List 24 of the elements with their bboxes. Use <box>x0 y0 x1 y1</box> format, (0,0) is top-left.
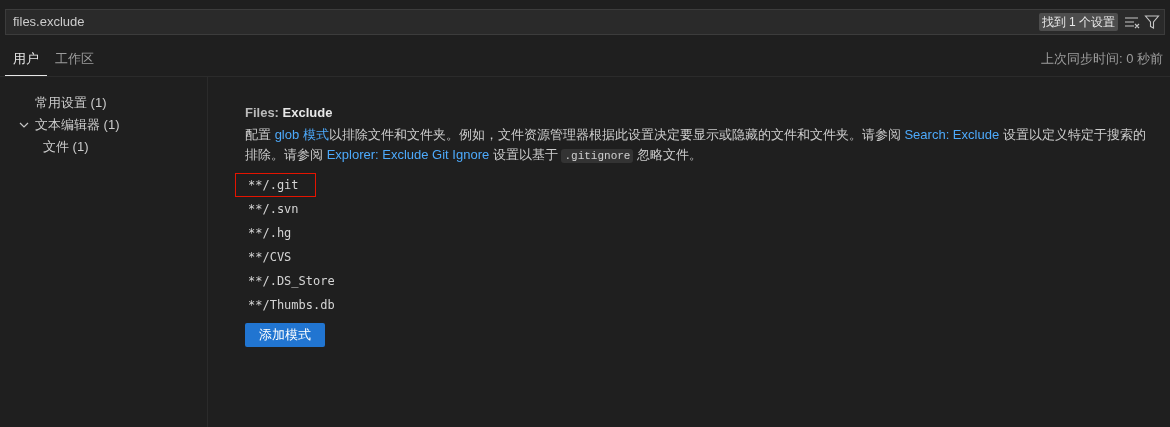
pattern-item[interactable]: **/CVS <box>235 244 309 269</box>
pattern-item[interactable]: **/.hg <box>235 220 309 245</box>
pattern-item[interactable]: **/Thumbs.db <box>235 292 352 317</box>
settings-tab[interactable]: 工作区 <box>47 46 102 76</box>
search-value: files.exclude <box>13 13 86 32</box>
pattern-item[interactable]: **/.svn <box>235 196 316 221</box>
description-link[interactable]: Search: Exclude <box>904 126 1000 142</box>
sync-status: 上次同步时间: 0 秒前 <box>1040 49 1164 68</box>
clear-filter-icon[interactable] <box>1124 15 1140 29</box>
result-count-badge: 找到 1 个设置 <box>1038 13 1118 31</box>
settings-tab[interactable]: 用户 <box>5 46 47 76</box>
tree-item[interactable]: 常用设置 (1) <box>35 93 107 113</box>
filter-icon[interactable] <box>1144 14 1160 30</box>
setting-description: 配置 glob 模式以排除文件和文件夹。例如，文件资源管理器根据此设置决定要显示或隐藏的文件和文件夹。请参阅 Search: Exclude 设置以定义特定于搜索的排除。请参阅 Explorer: Exclude Git Ignore 设置以基于 .gitignore 忽略文件。 <box>245 125 1147 165</box>
tree-item[interactable]: 文件 (1) <box>43 137 89 157</box>
pattern-item[interactable]: **/.DS_Store <box>235 268 352 293</box>
pattern-item[interactable]: **/.git <box>235 172 316 197</box>
setting-title: Files: Exclude <box>245 104 334 122</box>
description-link[interactable]: Explorer: Exclude Git Ignore <box>326 146 490 162</box>
inline-code: .gitignore <box>561 148 634 163</box>
description-link[interactable]: glob 模式 <box>274 126 329 142</box>
add-pattern-button[interactable]: 添加模式 <box>245 322 325 347</box>
tree-item[interactable]: 文本编辑器 (1) <box>35 115 120 135</box>
search-field[interactable]: files.exclude 找到 1 个设置 <box>5 9 1165 35</box>
